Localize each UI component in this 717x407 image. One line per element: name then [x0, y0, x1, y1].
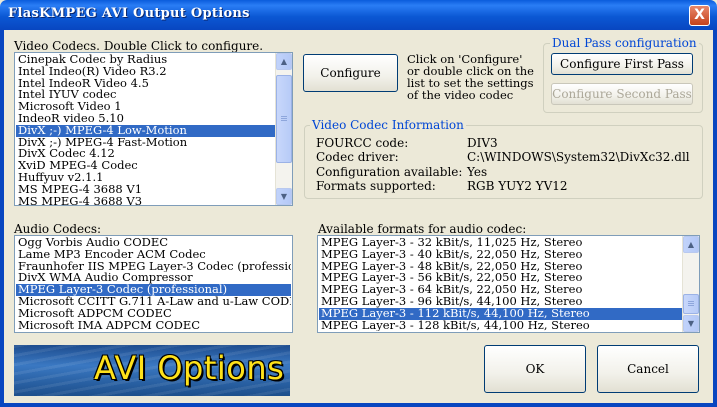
video-codec-item[interactable]: XviD MPEG-4 Codec [16, 160, 275, 172]
audio-codec-item[interactable]: Lame MP3 Encoder ACM Codec [16, 249, 291, 261]
audio-format-scrollbar[interactable]: ▲ ▼ [682, 236, 699, 332]
title-bar[interactable]: FlasKMPEG AVI Output Options X [0, 0, 717, 30]
video-codec-item[interactable]: Microsoft Video 1 [16, 101, 275, 113]
cancel-button[interactable]: Cancel [597, 345, 699, 393]
audio-format-item[interactable]: MPEG Layer-3 - 40 kBit/s, 22,050 Hz, Ste… [319, 249, 682, 261]
video-codec-list[interactable]: Cinepak Codec by Radius Intel Indeo(R) Vi… [14, 52, 293, 206]
audio-format-item[interactable]: MPEG Layer-3 - 48 kBit/s, 22,050 Hz, Ste… [319, 261, 682, 273]
scroll-down-arrow-icon[interactable]: ▼ [276, 188, 292, 205]
fourcc-key: FOURCC code: [316, 136, 409, 150]
video-codec-item[interactable]: DivX Codec 4.12 [16, 148, 275, 160]
audio-format-item[interactable]: MPEG Layer-3 - 64 kBit/s, 22,050 Hz, Ste… [319, 284, 682, 296]
video-codec-item[interactable]: IndeoR video 5.10 [16, 113, 275, 125]
banner-text: AVI Options [94, 349, 285, 387]
video-codec-item[interactable]: DivX ;-) MPEG-4 Low-Motion [16, 124, 275, 137]
video-codec-item[interactable]: Huffyuv v2.1.1 [16, 172, 275, 184]
scroll-up-arrow-icon[interactable]: ▲ [683, 236, 699, 253]
audio-codec-item[interactable]: Microsoft ADPCM CODEC [16, 308, 291, 320]
audio-format-item[interactable]: MPEG Layer-3 - 128 kBit/s, 44,100 Hz, St… [319, 320, 682, 332]
audio-codecs-label: Audio Codecs: [14, 222, 102, 236]
config-available-key: Configuration available: [316, 164, 463, 179]
window-title: FlasKMPEG AVI Output Options [8, 6, 250, 21]
audio-format-item[interactable]: MPEG Layer-3 - 112 kBit/s, 44,100 Hz, St… [319, 307, 682, 320]
close-icon[interactable]: X [689, 5, 710, 26]
audio-format-list[interactable]: MPEG Layer-3 - 32 kBit/s, 11,025 Hz, Ste… [317, 235, 700, 333]
audio-codec-list[interactable]: Ogg Vorbis Audio CODEC Lame MP3 Encoder A… [14, 235, 293, 333]
audio-format-item[interactable]: MPEG Layer-3 - 32 kBit/s, 11,025 Hz, Ste… [319, 237, 682, 249]
audio-codec-item[interactable]: Microsoft IMA ADPCM CODEC [16, 320, 291, 332]
hint-line: of the video codec [407, 88, 514, 102]
scroll-up-arrow-icon[interactable]: ▲ [276, 53, 292, 70]
video-codec-item[interactable]: Intel Indeo(R) Video R3.2 [16, 66, 275, 78]
audio-format-item[interactable]: MPEG Layer-3 - 56 kBit/s, 22,050 Hz, Ste… [319, 272, 682, 284]
video-codec-item[interactable]: MS MPEG-4 3688 V3 [16, 196, 275, 205]
video-codec-scrollbar[interactable]: ▲ ▼ [275, 53, 292, 205]
video-codec-items: Cinepak Codec by Radius Intel Indeo(R) Vi… [16, 54, 275, 205]
video-codec-item[interactable]: MS MPEG-4 3688 V1 [16, 184, 275, 196]
codec-info-keys: FOURCC code: Codec driver: Configuration… [316, 136, 462, 193]
audio-format-item[interactable]: MPEG Layer-3 - 96 kBit/s, 44,100 Hz, Ste… [319, 296, 682, 308]
configure-first-pass-button[interactable]: Configure First Pass [551, 53, 693, 75]
video-codec-item[interactable]: DivX ;-) MPEG-4 Fast-Motion [16, 137, 275, 149]
dual-pass-label: Dual Pass configuration [550, 36, 699, 50]
scroll-thumb[interactable] [276, 75, 292, 163]
audio-codec-item[interactable]: Fraunhofer IIS MPEG Layer-3 Codec (profe… [16, 261, 291, 273]
config-available-value: Yes [467, 164, 488, 179]
audio-codec-item[interactable]: MPEG Layer-3 Codec (professional) [16, 284, 291, 296]
video-codecs-label: Video Codecs. Double Click to configure. [14, 39, 264, 53]
scroll-thumb[interactable] [683, 294, 699, 314]
audio-codec-item[interactable]: Ogg Vorbis Audio CODEC [16, 237, 291, 249]
fourcc-value: DIV3 [467, 136, 498, 150]
codec-info-values: DIV3 C:\WINDOWS\System32\DivXc32.dll Yes… [467, 136, 690, 193]
scroll-down-arrow-icon[interactable]: ▼ [683, 315, 699, 332]
driver-key: Codec driver: [316, 150, 399, 165]
configure-second-pass-button[interactable]: Configure Second Pass [551, 83, 693, 105]
audio-formats-label: Available formats for audio codec: [318, 222, 527, 236]
ok-button[interactable]: OK [484, 345, 586, 393]
audio-codec-items: Ogg Vorbis Audio CODEC Lame MP3 Encoder A… [16, 237, 291, 331]
formats-value: RGB YUY2 YV12 [467, 178, 568, 193]
audio-codec-item[interactable]: Microsoft CCITT G.711 A-Law and u-Law CO… [16, 296, 291, 308]
driver-value: C:\WINDOWS\System32\DivXc32.dll [467, 150, 690, 165]
codec-info-label: Video Codec Information [310, 118, 466, 132]
audio-codec-item[interactable]: DivX WMA Audio Compressor [16, 272, 291, 284]
video-codec-item[interactable]: Cinepak Codec by Radius [16, 54, 275, 66]
video-codec-item[interactable]: Intel IndeoR Video 4.5 [16, 78, 275, 90]
avi-options-banner: AVI Options [14, 345, 290, 396]
formats-key: Formats supported: [316, 178, 436, 193]
audio-format-items: MPEG Layer-3 - 32 kBit/s, 11,025 Hz, Ste… [319, 237, 682, 331]
configure-button[interactable]: Configure [303, 54, 398, 92]
configure-hint: Click on 'Configure' or double click on … [407, 53, 534, 101]
video-codec-item[interactable]: Intel IYUV codec [16, 89, 275, 101]
